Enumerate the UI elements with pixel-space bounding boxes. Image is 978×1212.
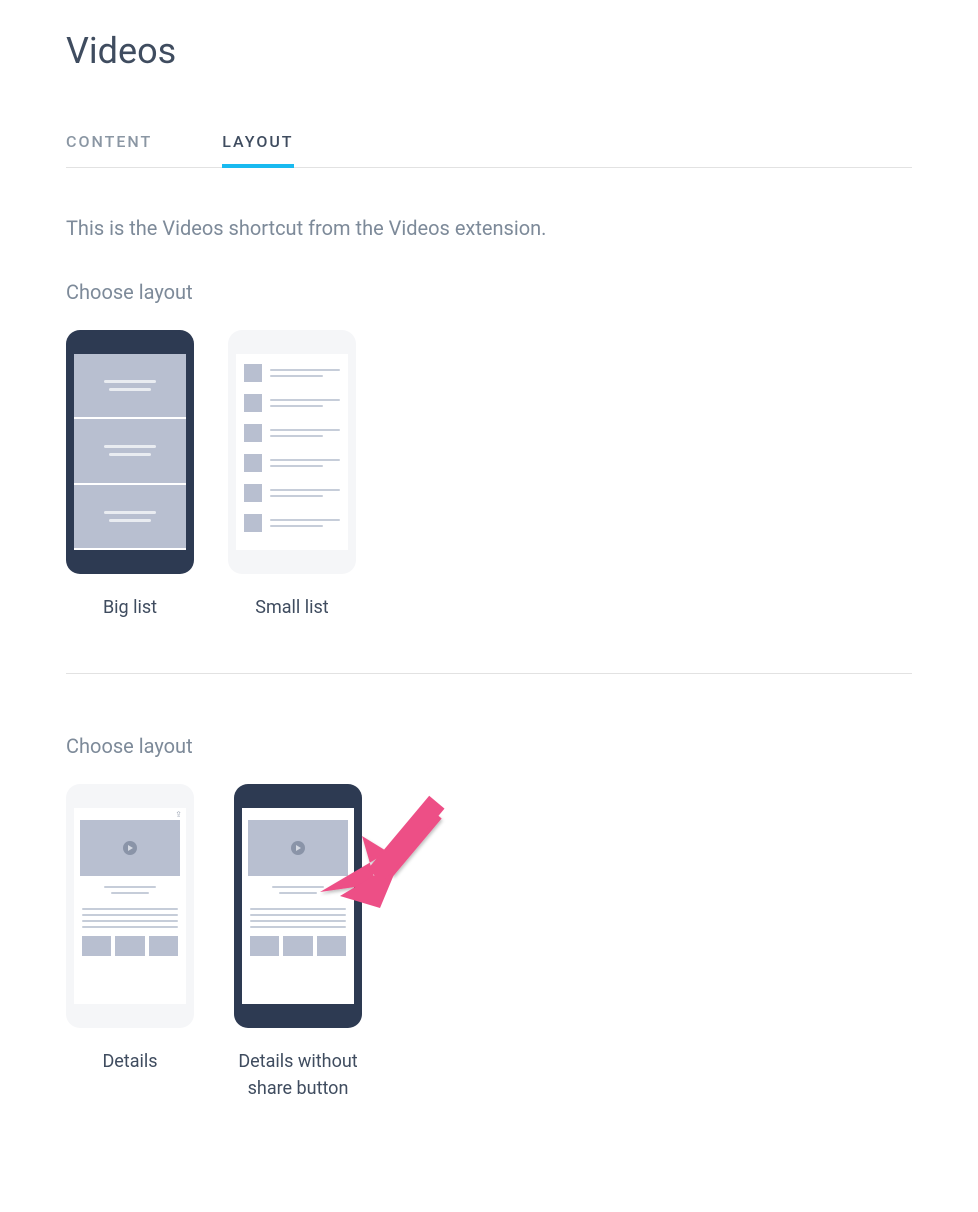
tab-content[interactable]: CONTENT: [66, 122, 152, 167]
layout-option-details-no-share[interactable]: Details without share button: [228, 784, 368, 1102]
layout-option-details[interactable]: ⇪ Details: [66, 784, 194, 1102]
layout-preview-details: ⇪: [66, 784, 194, 1028]
layout-caption: Big list: [103, 594, 157, 621]
layout-preview-details-no-share: [234, 784, 362, 1028]
layout-options-list: Big list Small list: [66, 330, 912, 621]
page-title: Videos: [66, 30, 912, 72]
shortcut-description: This is the Videos shortcut from the Vid…: [66, 216, 912, 240]
divider: [66, 673, 912, 674]
layout-preview-small-list: [228, 330, 356, 574]
layout-option-small-list[interactable]: Small list: [228, 330, 356, 621]
choose-layout-label-1: Choose layout: [66, 280, 912, 304]
layout-caption: Small list: [255, 594, 328, 621]
layout-caption: Details: [102, 1048, 157, 1075]
tab-layout[interactable]: LAYOUT: [222, 122, 293, 167]
layout-option-big-list[interactable]: Big list: [66, 330, 194, 621]
layout-preview-big-list: [66, 330, 194, 574]
play-icon: [291, 841, 305, 855]
play-icon: [123, 841, 137, 855]
choose-layout-label-2: Choose layout: [66, 734, 912, 758]
share-icon: ⇪: [175, 810, 182, 819]
tabs: CONTENT LAYOUT: [66, 122, 912, 168]
layout-options-details: ⇪ Details: [66, 784, 912, 1102]
layout-caption: Details without share button: [228, 1048, 368, 1102]
